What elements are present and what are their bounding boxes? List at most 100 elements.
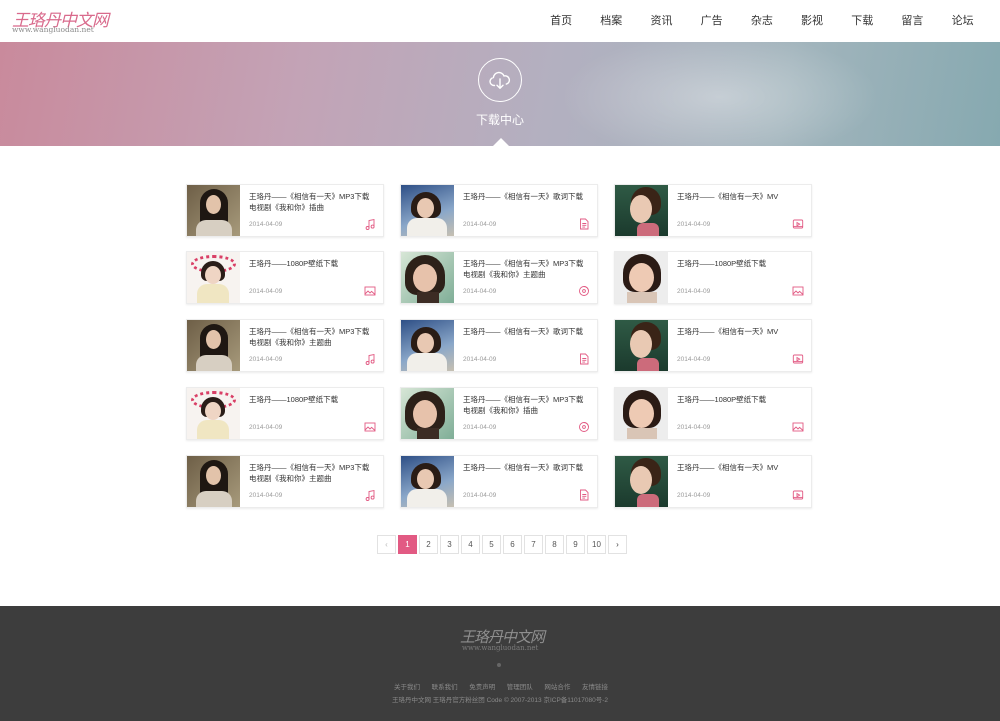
pagination-page-1[interactable]: 1 [398,535,417,554]
pagination-prev-button[interactable]: ‹ [377,535,396,554]
download-card[interactable]: 王珞丹——《相信有一天》MP3下载 电视剧《我和你》插曲 2014-04-09 [400,387,598,440]
pagination-page-2[interactable]: 2 [419,535,438,554]
thumbnail-face [630,466,652,494]
pagination-page-10[interactable]: 10 [587,535,606,554]
card-thumbnail[interactable] [187,185,240,236]
nav-item-forum[interactable]: 论坛 [938,0,988,42]
card-thumbnail[interactable] [615,456,668,507]
thumbnail-body [407,353,447,371]
site-logo[interactable]: 王珞丹中文网 www.wangluodan.net [12,6,109,36]
pagination-page-4[interactable]: 4 [461,535,480,554]
footer-logo[interactable]: 王珞丹中文网 www.wangluodan.net [460,626,550,656]
card-title[interactable]: 王珞丹——1080P壁纸下载 [249,259,375,270]
card-thumbnail[interactable] [401,252,454,303]
video-icon[interactable] [792,489,804,501]
download-card[interactable]: 王珞丹——《相信有一天》MP3下载 电视剧《我和你》主题曲 2014-04-09 [186,455,384,508]
video-icon[interactable] [792,218,804,230]
card-date: 2014-04-09 [463,221,497,228]
thumbnail-face [630,195,652,223]
card-thumbnail[interactable] [187,456,240,507]
card-title[interactable]: 王珞丹——《相信有一天》MP3下载 电视剧《我和你》主题曲 [463,259,589,280]
nav-item-news[interactable]: 资讯 [636,0,686,42]
pagination-page-7[interactable]: 7 [524,535,543,554]
card-title[interactable]: 王珞丹——《相信有一天》歌词下载 [463,192,589,203]
download-card[interactable]: 王珞丹——1080P壁纸下载 2014-04-09 [614,251,812,304]
card-thumbnail[interactable] [401,456,454,507]
nav-item-film[interactable]: 影视 [787,0,837,42]
card-thumbnail[interactable] [615,320,668,371]
pagination-next-button[interactable]: › [608,535,627,554]
download-card[interactable]: 王珞丹——1080P壁纸下载 2014-04-09 [186,387,384,440]
download-card[interactable]: 王珞丹——《相信有一天》MV 2014-04-09 [614,184,812,237]
footer-link-friends[interactable]: 友情链接 [582,681,608,691]
card-thumbnail[interactable] [187,252,240,303]
card-title[interactable]: 王珞丹——《相信有一天》MP3下载 电视剧《我和你》主题曲 [249,463,375,484]
document-icon[interactable] [578,353,590,365]
card-date: 2014-04-09 [463,424,497,431]
card-title[interactable]: 王珞丹——1080P壁纸下载 [677,259,803,270]
pagination-page-5[interactable]: 5 [482,535,501,554]
card-thumbnail[interactable] [615,185,668,236]
card-date: 2014-04-09 [677,221,711,228]
thumbnail-face [417,469,434,489]
thumbnail-body [197,420,229,439]
pagination-page-8[interactable]: 8 [545,535,564,554]
card-title[interactable]: 王珞丹——1080P壁纸下载 [249,395,375,406]
nav-item-home[interactable]: 首页 [536,0,586,42]
card-thumbnail[interactable] [187,320,240,371]
footer-link-contact[interactable]: 联系我们 [432,681,458,691]
document-icon[interactable] [578,489,590,501]
card-title[interactable]: 王珞丹——《相信有一天》MV [677,463,803,474]
card-thumbnail[interactable] [401,320,454,371]
thumbnail-face [206,330,221,349]
download-card[interactable]: 王珞丹——1080P壁纸下载 2014-04-09 [614,387,812,440]
image-icon[interactable] [792,285,804,297]
card-title[interactable]: 王珞丹——1080P壁纸下载 [677,395,803,406]
card-title[interactable]: 王珞丹——《相信有一天》MV [677,327,803,338]
pagination-page-3[interactable]: 3 [440,535,459,554]
document-icon[interactable] [578,218,590,230]
card-thumbnail[interactable] [615,388,668,439]
card-thumbnail[interactable] [401,388,454,439]
vinyl-icon[interactable] [578,421,590,433]
card-title[interactable]: 王珞丹——《相信有一天》MP3下载 电视剧《我和你》插曲 [463,395,589,416]
card-title[interactable]: 王珞丹——《相信有一天》MV [677,192,803,203]
download-card[interactable]: 王珞丹——《相信有一天》歌词下载 2014-04-09 [400,319,598,372]
download-card[interactable]: 王珞丹——《相信有一天》MP3下载 电视剧《我和你》主题曲 2014-04-09 [400,251,598,304]
image-icon[interactable] [792,421,804,433]
nav-item-magazine[interactable]: 杂志 [737,0,787,42]
pagination-page-9[interactable]: 9 [566,535,585,554]
download-card[interactable]: 王珞丹——《相信有一天》MP3下载 电视剧《我和你》主题曲 2014-04-09 [186,319,384,372]
card-thumbnail[interactable] [401,185,454,236]
footer-link-cooperation[interactable]: 网站合作 [544,681,570,691]
footer-link-team[interactable]: 管理团队 [507,681,533,691]
nav-item-profile[interactable]: 档案 [586,0,636,42]
image-icon[interactable] [364,421,376,433]
download-card[interactable]: 王珞丹——《相信有一天》MV 2014-04-09 [614,455,812,508]
pagination-page-6[interactable]: 6 [503,535,522,554]
nav-item-download[interactable]: 下载 [837,0,887,42]
download-card[interactable]: 王珞丹——《相信有一天》歌词下载 2014-04-09 [400,184,598,237]
image-icon[interactable] [364,285,376,297]
card-thumbnail[interactable] [187,388,240,439]
download-card[interactable]: 王珞丹——《相信有一天》歌词下载 2014-04-09 [400,455,598,508]
nav-item-guestbook[interactable]: 留言 [887,0,937,42]
card-thumbnail[interactable] [615,252,668,303]
nav-item-ads[interactable]: 广告 [687,0,737,42]
music-note-icon[interactable] [364,218,376,230]
vinyl-icon[interactable] [578,285,590,297]
video-icon[interactable] [792,353,804,365]
card-title[interactable]: 王珞丹——《相信有一天》歌词下载 [463,327,589,338]
footer-link-about[interactable]: 关于我们 [394,681,420,691]
music-note-icon[interactable] [364,489,376,501]
thumbnail-body [407,218,447,236]
footer-link-disclaimer[interactable]: 免责声明 [469,681,495,691]
download-card[interactable]: 王珞丹——《相信有一天》MP3下载 电视剧《我和你》插曲 2014-04-09 [186,184,384,237]
card-title[interactable]: 王珞丹——《相信有一天》MP3下载 电视剧《我和你》插曲 [249,192,375,213]
music-note-icon[interactable] [364,353,376,365]
card-title[interactable]: 王珞丹——《相信有一天》歌词下载 [463,463,589,474]
thumbnail-face [206,195,221,214]
download-card[interactable]: 王珞丹——1080P壁纸下载 2014-04-09 [186,251,384,304]
download-card[interactable]: 王珞丹——《相信有一天》MV 2014-04-09 [614,319,812,372]
card-title[interactable]: 王珞丹——《相信有一天》MP3下载 电视剧《我和你》主题曲 [249,327,375,348]
